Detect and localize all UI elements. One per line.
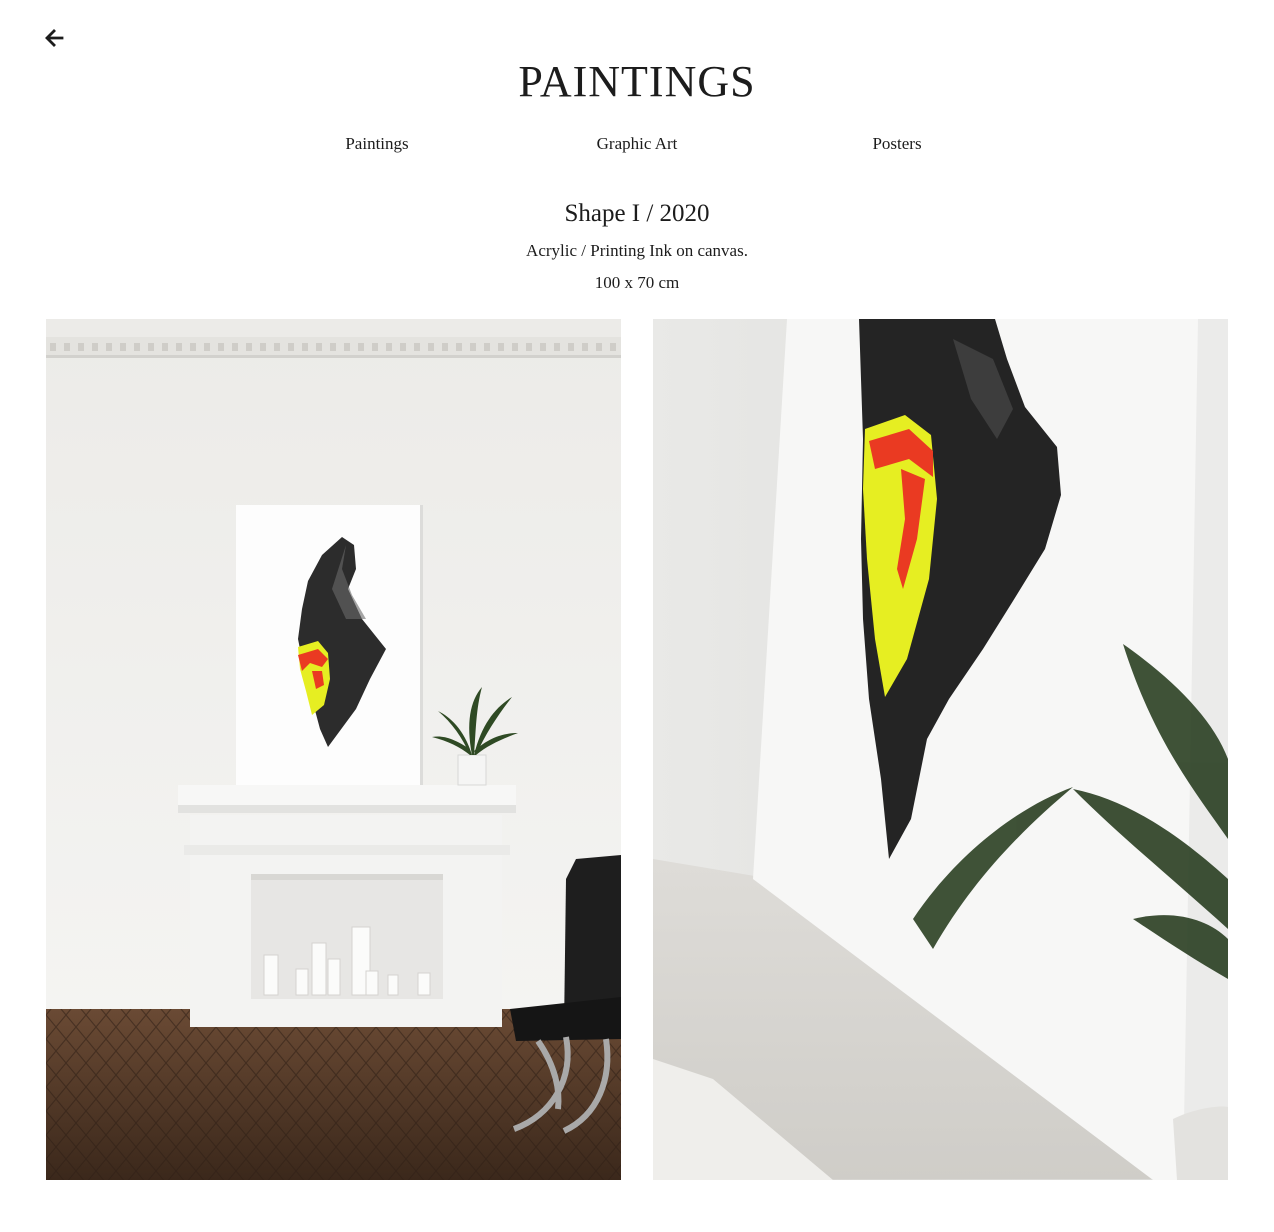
artwork-photo-interior[interactable] (46, 319, 621, 1180)
nav-item-graphic-art[interactable]: Graphic Art (597, 134, 678, 154)
artwork-size: 100 x 70 cm (594, 273, 680, 292)
nav-item-paintings[interactable]: Paintings (345, 134, 408, 154)
nav-item-posters[interactable]: Posters (872, 134, 921, 154)
artwork-title: Shape I / 2020 (564, 200, 710, 227)
artwork-photo-closeup[interactable] (653, 319, 1228, 1180)
page-title: PAINTINGS (518, 57, 756, 106)
arrow-left-icon (44, 29, 64, 51)
category-nav: Paintings Graphic Art Posters (0, 134, 1274, 156)
back-button[interactable] (40, 28, 68, 52)
artwork-medium: Acrylic / Printing Ink on canvas. (526, 241, 748, 260)
